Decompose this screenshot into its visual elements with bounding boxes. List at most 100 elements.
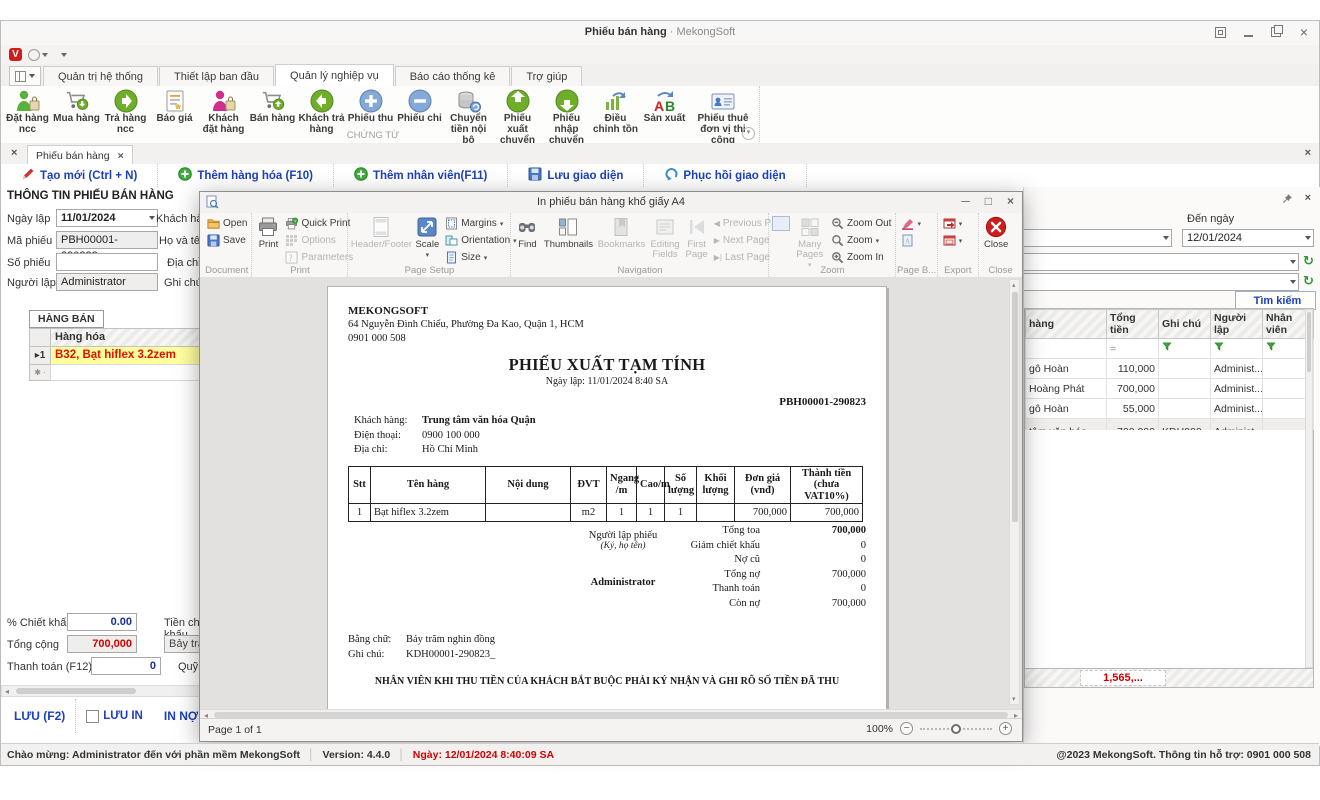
qat-button[interactable] bbox=[28, 49, 40, 61]
zoom-slider[interactable] bbox=[920, 728, 992, 730]
from-date-input[interactable] bbox=[1024, 229, 1172, 247]
grid-column-0[interactable]: hàng bbox=[1026, 310, 1107, 339]
code-input[interactable]: PBH00001-290823 bbox=[56, 231, 158, 249]
app-logo[interactable]: V bbox=[9, 48, 22, 61]
refresh-icon-2[interactable]: ↻ bbox=[1303, 273, 1314, 289]
save-f2-button[interactable]: LƯU (F2) bbox=[1, 699, 76, 733]
editing-fields-button[interactable]: Editing Fields bbox=[648, 216, 681, 260]
magnifier-tool-button[interactable] bbox=[772, 250, 790, 265]
parameters-button[interactable]: ?Parameters bbox=[283, 250, 355, 265]
page-color-button[interactable]: ▾ bbox=[899, 216, 923, 231]
export-document-button[interactable]: ▾ bbox=[941, 216, 965, 231]
payment-input[interactable]: 0 bbox=[91, 657, 161, 675]
refresh-icon[interactable]: ↻ bbox=[1303, 253, 1314, 269]
folder-icon bbox=[207, 217, 220, 230]
dialog-minimize-icon[interactable]: ─ bbox=[961, 194, 970, 208]
to-date-input[interactable]: 12/01/2024 bbox=[1182, 229, 1314, 247]
action-2[interactable]: Thêm nhân viên(F11) bbox=[334, 164, 508, 187]
zoom-in-button[interactable]: Zoom In bbox=[829, 250, 893, 265]
tab-close-icon[interactable]: × bbox=[118, 150, 124, 162]
watermark-button[interactable]: A bbox=[899, 233, 923, 248]
zoom-button[interactable]: Zoom ▾ bbox=[829, 233, 893, 248]
pointer-tool-button[interactable] bbox=[772, 216, 790, 231]
action-4[interactable]: Phục hồi giao diện bbox=[644, 164, 806, 187]
discount-input[interactable]: 0.00 bbox=[67, 613, 137, 631]
print-button[interactable]: Print bbox=[255, 216, 281, 250]
filter-cell-1[interactable]: = bbox=[1107, 339, 1159, 359]
bookmarks-button[interactable]: Bookmarks bbox=[596, 216, 646, 250]
many-pages-button[interactable]: Many Pages▾ bbox=[792, 216, 827, 269]
panel-close-icon[interactable]: × bbox=[1305, 192, 1311, 204]
menu-tab-3[interactable]: Báo cáo thống kê bbox=[395, 66, 511, 88]
thumbnails-button[interactable]: Thumbnails bbox=[542, 216, 594, 250]
result-row-2[interactable]: gô Hoàn55,000Administ... bbox=[1026, 399, 1314, 419]
dialog-titlebar[interactable]: In phiếu bán hàng khổ giấy A4 ─ □ × bbox=[200, 192, 1022, 214]
quick-print-button[interactable]: ?Quick Print bbox=[283, 216, 355, 231]
restore-button[interactable] bbox=[1269, 25, 1283, 39]
action-3[interactable]: Lưu giao diện bbox=[508, 164, 644, 187]
scale-button[interactable]: Scale▾ bbox=[413, 216, 441, 259]
zoom-slider-knob[interactable] bbox=[951, 724, 961, 734]
find-button[interactable]: Find bbox=[514, 216, 540, 250]
menu-tab-2[interactable]: Quản lý nghiệp vụ bbox=[275, 64, 394, 88]
action-0[interactable]: Tạo mới (Ctrl + N) bbox=[1, 164, 158, 187]
close-tab-right-icon[interactable]: × bbox=[1305, 147, 1311, 159]
open-button[interactable]: Open bbox=[205, 216, 249, 231]
filter-combo-2[interactable] bbox=[1024, 273, 1299, 291]
creator-input[interactable]: Administrator bbox=[56, 273, 158, 291]
send-email-button[interactable]: ▾ bbox=[941, 233, 965, 248]
close-tab-left-icon[interactable]: × bbox=[11, 147, 17, 159]
quick-print-icon: ? bbox=[285, 217, 298, 230]
size-button[interactable]: Size ▾ bbox=[443, 250, 518, 265]
save-button[interactable]: Save bbox=[205, 233, 249, 248]
invoice-page: MEKONGSOFT 64 Nguyễn Đình Chiểu, Phường … bbox=[327, 286, 887, 709]
zoom-minus-button[interactable]: − bbox=[900, 722, 913, 735]
save-print-checkbox[interactable]: LƯU IN bbox=[76, 699, 153, 733]
tab-phieu-ban-hang[interactable]: Phiếu bán hàng × bbox=[27, 145, 133, 166]
menu-tab-0[interactable]: Quản trị hệ thống bbox=[43, 66, 158, 88]
date-input[interactable]: 11/01/2024 bbox=[56, 209, 158, 227]
application-menu-button[interactable] bbox=[9, 66, 41, 86]
group-expand-icon[interactable]: ▾ bbox=[742, 127, 755, 140]
dialog-maximize-icon[interactable]: □ bbox=[985, 194, 992, 208]
close-button[interactable]: × bbox=[1297, 25, 1311, 39]
grid-filter-row[interactable]: = bbox=[1026, 339, 1314, 359]
orientation-button[interactable]: Orientation ▾ bbox=[443, 233, 518, 248]
grid-vertical-scrollbar[interactable] bbox=[1305, 309, 1313, 668]
margins-button[interactable]: Margins ▾ bbox=[443, 216, 518, 231]
hand-tool-button[interactable] bbox=[772, 233, 790, 248]
qat-customize-icon[interactable] bbox=[61, 53, 67, 57]
menu-tab-4[interactable]: Trợ giúp bbox=[511, 66, 582, 88]
menu-tab-1[interactable]: Thiết lập ban đầu bbox=[159, 66, 274, 88]
zoom-out-button[interactable]: Zoom Out bbox=[829, 216, 893, 231]
grid-column-1[interactable]: Tổng tiền bbox=[1107, 310, 1159, 339]
grid-column-2[interactable]: Ghi chú bbox=[1159, 310, 1211, 339]
preview-vertical-scrollbar[interactable]: ▴ ▾ bbox=[1009, 279, 1020, 705]
action-bar: Tạo mới (Ctrl + N)Thêm hàng hóa (F10)Thê… bbox=[1, 164, 1319, 188]
qat-dropdown-icon[interactable] bbox=[42, 53, 48, 57]
dialog-close-icon[interactable]: × bbox=[1007, 194, 1014, 208]
total-input[interactable]: 700,000 bbox=[67, 635, 137, 653]
chevron-down-icon[interactable] bbox=[149, 216, 155, 220]
first-page-button[interactable]: First Page bbox=[684, 216, 710, 260]
result-row-1[interactable]: Hoàng Phát700,000Administ... bbox=[1026, 379, 1314, 399]
action-1[interactable]: Thêm hàng hóa (F10) bbox=[158, 164, 334, 187]
result-row-0[interactable]: gô Hoàn110,000Administ... bbox=[1026, 359, 1314, 379]
fit-screen-button[interactable] bbox=[1213, 25, 1227, 39]
filter-cell-3[interactable] bbox=[1211, 339, 1263, 359]
close-preview-button[interactable]: Close bbox=[982, 216, 1010, 250]
pin-icon[interactable] bbox=[1282, 193, 1293, 207]
chevron-down-icon[interactable] bbox=[1305, 236, 1311, 240]
header-footer-button[interactable]: Header/Footer bbox=[351, 216, 411, 250]
grid-column-3[interactable]: Người lập bbox=[1211, 310, 1263, 339]
print-debt-button[interactable]: ? IN NỢ bbox=[153, 699, 204, 733]
zoom-plus-button[interactable]: + bbox=[999, 722, 1012, 735]
checkbox-icon[interactable] bbox=[86, 710, 99, 723]
filter-cell-0[interactable] bbox=[1026, 339, 1107, 359]
filter-combo-1[interactable] bbox=[1024, 253, 1299, 271]
minimize-button[interactable] bbox=[1241, 25, 1255, 39]
tab-hang-ban[interactable]: HÀNG BÁN bbox=[29, 310, 104, 328]
options-button[interactable]: Options bbox=[283, 233, 355, 248]
filter-cell-2[interactable] bbox=[1159, 339, 1211, 359]
number-input[interactable] bbox=[56, 253, 158, 271]
